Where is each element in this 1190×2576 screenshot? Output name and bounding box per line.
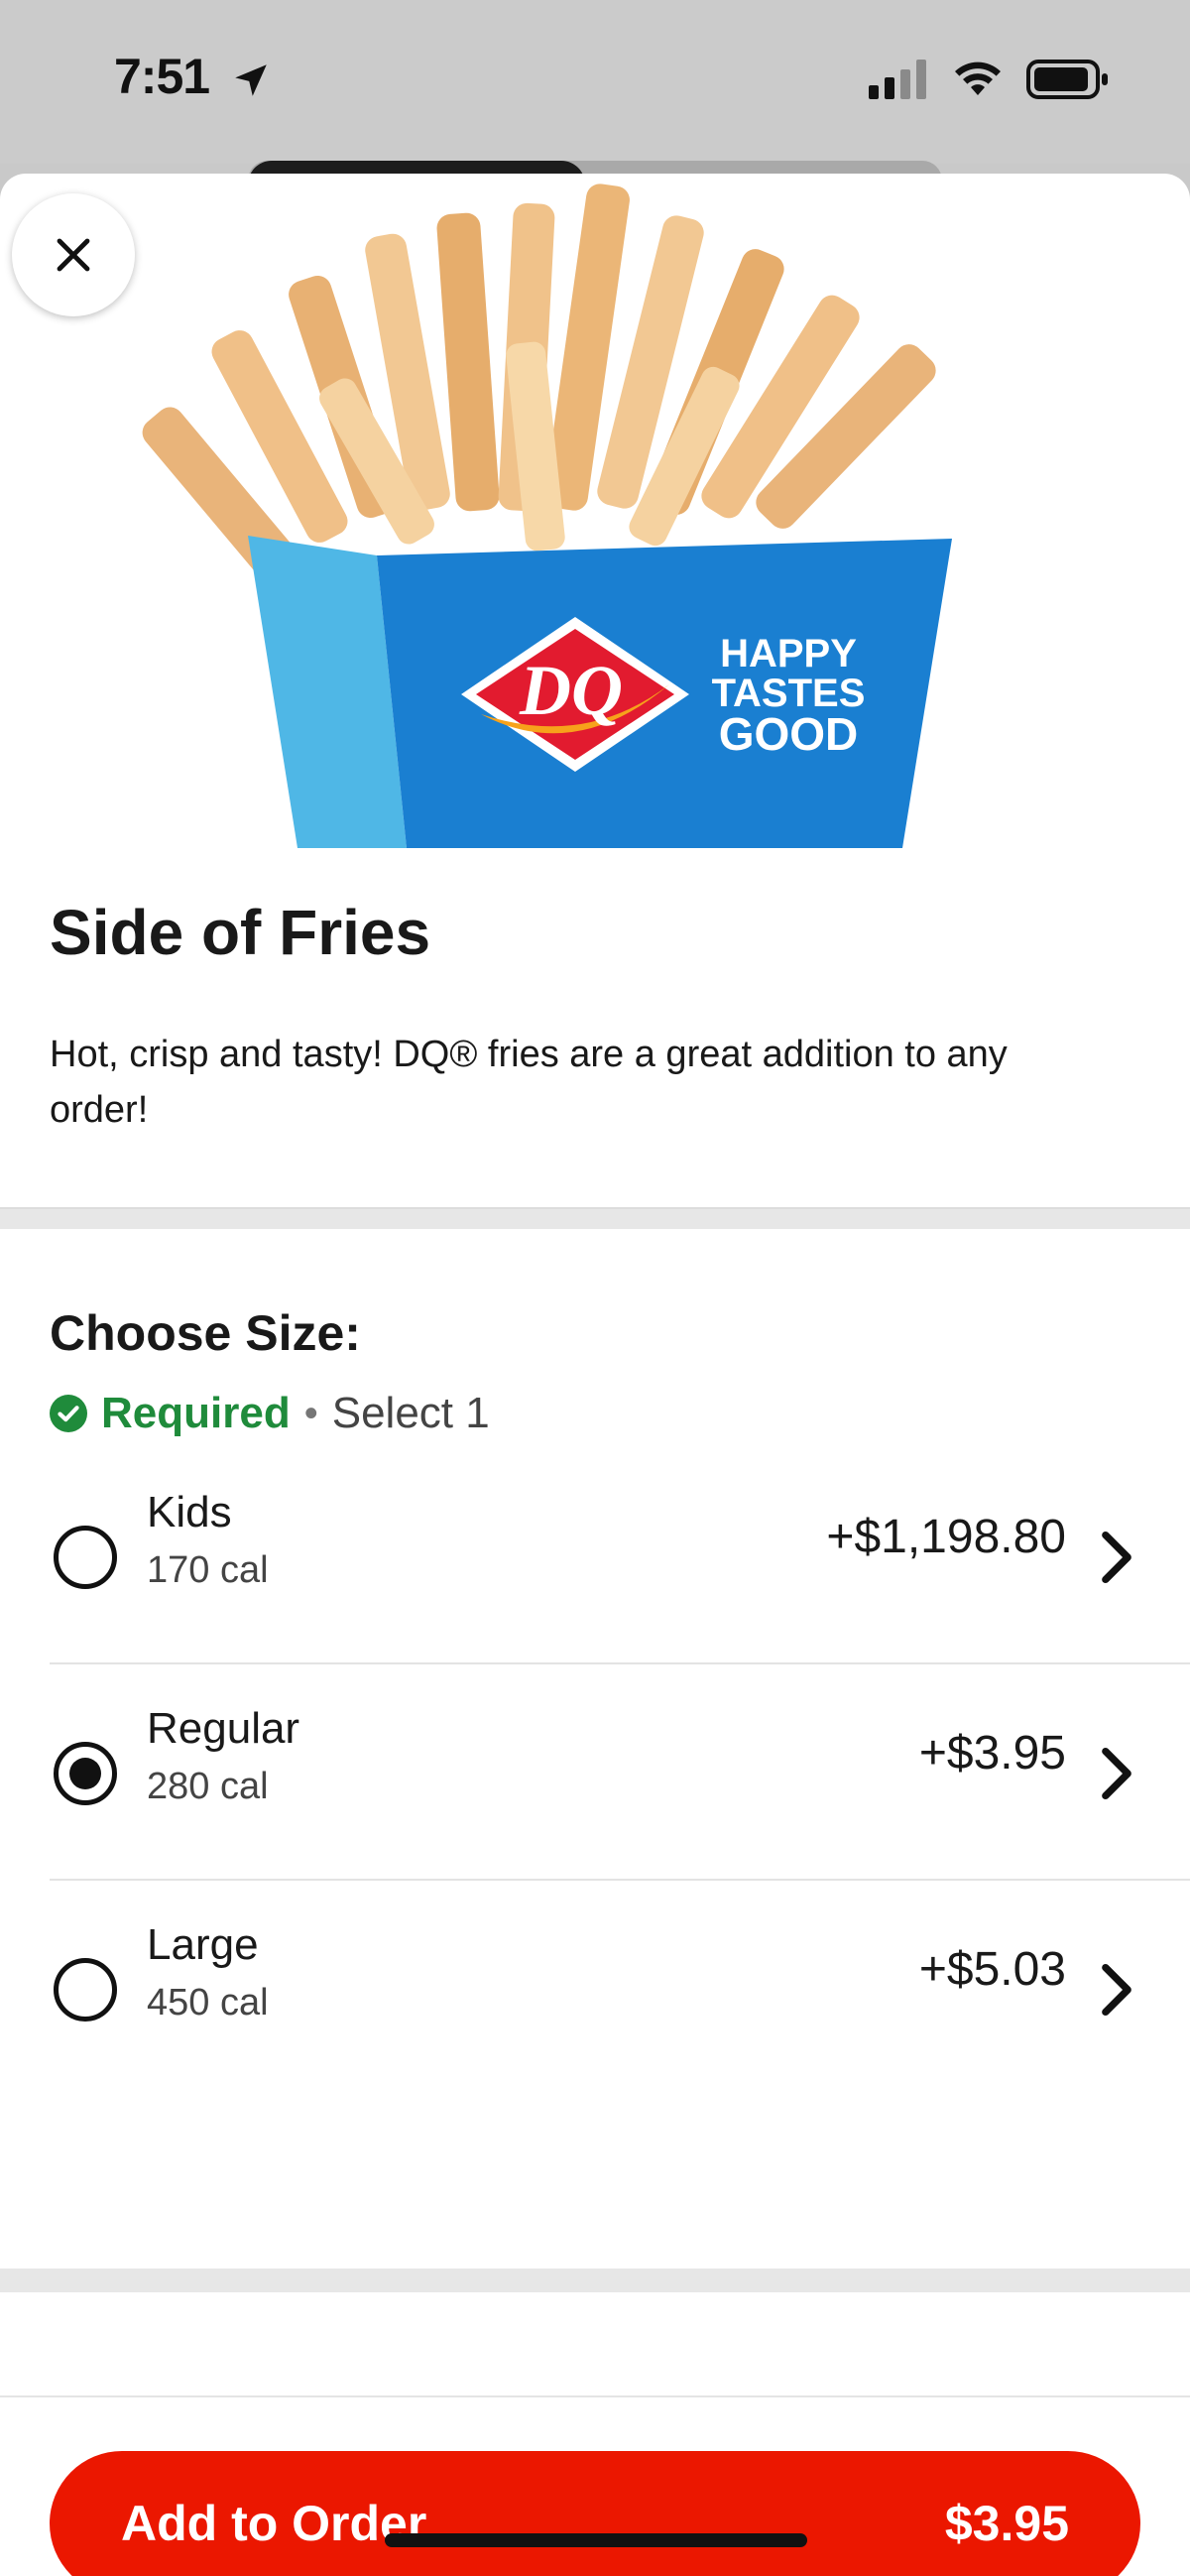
option-calories: 170 cal [147, 1549, 269, 1591]
cellular-signal-icon [869, 60, 926, 99]
required-indicator: Required • Select 1 [50, 1384, 490, 1443]
option-name: Large [147, 1920, 259, 1969]
svg-text:DQ: DQ [519, 651, 623, 730]
option-price: +$1,198.80 [826, 1511, 1066, 1563]
section-divider [0, 1207, 1190, 1229]
close-button[interactable] [12, 193, 135, 316]
required-label: Required [101, 1389, 291, 1437]
fries-illustration [142, 184, 936, 585]
wifi-icon [955, 61, 1001, 95]
size-option-large[interactable]: Large 450 cal +$5.03 [0, 1881, 1190, 2097]
option-name: Kids [147, 1488, 232, 1536]
home-indicator[interactable] [385, 2533, 807, 2547]
size-section-title: Choose Size: [50, 1305, 361, 1361]
size-option-regular[interactable]: Regular 280 cal +$3.95 [0, 1664, 1190, 1881]
svg-text:GOOD: GOOD [719, 708, 859, 760]
chevron-right-icon [1102, 1963, 1131, 2017]
check-circle-icon [50, 1395, 87, 1432]
close-icon [57, 238, 90, 272]
option-price: +$3.95 [918, 1727, 1066, 1779]
select-hint: Select 1 [331, 1389, 490, 1437]
section-divider [0, 2269, 1190, 2292]
option-name: Regular [147, 1704, 300, 1753]
radio-button[interactable] [54, 1958, 117, 2022]
option-calories: 450 cal [147, 1982, 269, 2024]
status-time: 7:51 [114, 49, 210, 104]
option-price: +$5.03 [918, 1943, 1066, 1996]
item-image: DQ HAPPY TASTES GOOD [142, 184, 952, 848]
footer-separator [0, 2395, 1190, 2397]
radio-button-selected[interactable] [54, 1742, 117, 1805]
item-detail-sheet: DQ HAPPY TASTES GOOD Side of Fries Hot, … [0, 174, 1190, 2576]
svg-text:HAPPY: HAPPY [720, 632, 857, 675]
order-total: $3.95 [944, 2496, 1069, 2551]
separator-dot: • [303, 1391, 318, 1435]
item-title: Side of Fries [50, 897, 431, 968]
status-bar: 7:51 [0, 0, 1190, 164]
size-option-kids[interactable]: Kids 170 cal +$1,198.80 [0, 1448, 1190, 1664]
add-to-order-label: Add to Order [121, 2496, 427, 2551]
radio-button[interactable] [54, 1526, 117, 1589]
item-description: Hot, crisp and tasty! DQ® fries are a gr… [50, 1034, 1008, 1131]
option-calories: 280 cal [147, 1766, 269, 1807]
chevron-right-icon [1102, 1531, 1131, 1584]
add-to-order-button[interactable]: Add to Order $3.95 [50, 2451, 1140, 2576]
battery-icon [1026, 60, 1108, 99]
chevron-right-icon [1102, 1747, 1131, 1800]
location-arrow-icon [235, 64, 267, 96]
